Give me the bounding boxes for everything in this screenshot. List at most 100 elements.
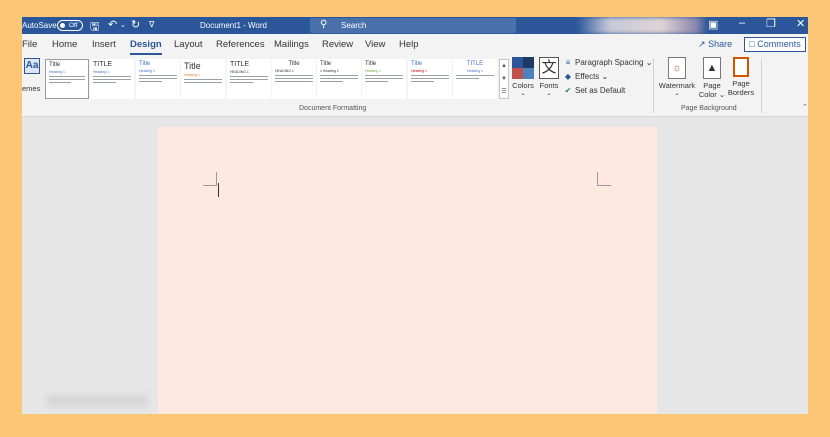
fonts-button[interactable]: 文 Fonts ⌄: [538, 57, 560, 103]
style-set-heading: Heading 1: [411, 69, 427, 73]
page-color-label-1: Page: [703, 81, 721, 90]
tab-file[interactable]: File: [22, 39, 37, 50]
style-set-thumb[interactable]: TITLE HEADING 1: [227, 59, 271, 99]
set-as-default-button[interactable]: ✔ Set as Default: [563, 86, 626, 95]
undo-dropdown-icon[interactable]: ⌄: [120, 21, 126, 29]
paragraph-spacing-label: Paragraph Spacing: [575, 58, 644, 67]
style-set-thumb[interactable]: Title Heading 1: [45, 59, 89, 99]
effects-button[interactable]: ◆ Effects ⌄: [563, 72, 608, 81]
style-set-thumb[interactable]: Title Heading 1: [181, 59, 225, 99]
tab-insert[interactable]: Insert: [92, 39, 116, 50]
style-set-heading: Heading 1: [467, 69, 483, 73]
themes-button[interactable]: Aa emes: [22, 58, 44, 98]
tab-design[interactable]: Design: [130, 39, 162, 55]
style-set-title: Title: [288, 61, 300, 67]
tab-help[interactable]: Help: [399, 39, 419, 50]
comments-button[interactable]: □ Comments: [744, 37, 806, 52]
style-set-thumb[interactable]: Title Heading 1: [362, 59, 406, 99]
collapse-ribbon-icon[interactable]: ⌃: [802, 103, 808, 111]
minimize-icon[interactable]: –: [739, 17, 745, 29]
tab-review[interactable]: Review: [322, 39, 353, 50]
ribbon-display-icon[interactable]: ▣: [708, 18, 718, 31]
fonts-icon: 文: [539, 57, 559, 79]
search-icon: ⚲: [320, 19, 328, 30]
word-window: AutoSave Off 🖫 ↶ ⌄ ↻ ∇ Document1 - Word …: [22, 17, 808, 414]
page-color-icon: ▲: [703, 57, 721, 79]
tab-layout[interactable]: Layout: [174, 39, 203, 50]
style-set-heading: Heading 1: [365, 69, 381, 73]
page-borders-icon: [733, 57, 749, 77]
fonts-dropdown-icon: ⌄: [546, 91, 552, 97]
page-color-button[interactable]: ▲ Page Color ⌄: [698, 57, 726, 103]
document-page[interactable]: [158, 127, 657, 414]
chevron-down-icon: ⌄: [718, 90, 726, 99]
page-borders-button[interactable]: Page Borders: [726, 57, 756, 103]
comments-label: Comments: [757, 39, 801, 49]
share-icon: ↗: [698, 39, 706, 49]
style-set-title: Title: [320, 61, 332, 67]
style-set-thumb[interactable]: Title Heading 1: [136, 59, 180, 99]
style-set-title: Title: [139, 61, 151, 67]
themes-label: emes: [22, 84, 41, 93]
share-button[interactable]: ↗ Share: [698, 37, 741, 52]
ribbon-tabs: File Home Insert Design Layout Reference…: [22, 34, 808, 55]
autosave-toggle[interactable]: Off: [57, 20, 83, 31]
group-label-page-background: Page Background: [681, 105, 737, 112]
chevron-down-icon: ⌄: [645, 58, 653, 67]
page-borders-label-1: Page: [732, 79, 750, 88]
margin-mark-top-right: [597, 172, 611, 186]
paragraph-spacing-button[interactable]: ≡ Paragraph Spacing ⌄: [563, 58, 653, 67]
style-set-thumb[interactable]: TITLE Heading 1: [453, 59, 497, 99]
style-set-title: Title: [49, 62, 61, 68]
text-cursor: [218, 183, 219, 197]
restore-icon[interactable]: ❐: [766, 17, 776, 30]
scroll-down-icon[interactable]: ▼: [500, 73, 508, 86]
ribbon-design: Aa emes Title Heading 1 TITLE Heading 1 …: [22, 55, 808, 117]
style-set-title: TITLE: [93, 61, 113, 68]
style-set-heading: HEADING 1: [275, 69, 294, 73]
margin-mark-top-left: [203, 172, 217, 186]
style-set-thumb[interactable]: Title Heading 1: [408, 59, 452, 99]
blurred-status-area: [47, 395, 147, 407]
comment-icon: □: [749, 39, 755, 49]
effects-icon: ◆: [564, 72, 572, 81]
style-set-thumb[interactable]: Title HEADING 1: [272, 59, 316, 99]
watermark-icon: ☼: [668, 57, 686, 79]
style-set-thumb[interactable]: TITLE Heading 1: [90, 59, 134, 99]
autosave-label: AutoSave: [22, 21, 57, 30]
more-styles-icon[interactable]: ☰: [500, 86, 508, 99]
scroll-up-icon[interactable]: ▲: [500, 60, 508, 73]
style-set-heading: Heading 1: [139, 69, 155, 73]
close-icon[interactable]: ✕: [796, 17, 805, 30]
tab-view[interactable]: View: [365, 39, 385, 50]
paragraph-spacing-icon: ≡: [565, 58, 571, 67]
tab-references[interactable]: References: [216, 39, 265, 50]
style-set-title: Title: [411, 61, 423, 67]
style-set-title: TITLE: [230, 61, 250, 68]
style-set-thumb[interactable]: Title 1 Heading 1: [317, 59, 361, 99]
group-separator: [653, 59, 654, 113]
tab-mailings[interactable]: Mailings: [274, 39, 309, 50]
title-bar: AutoSave Off 🖫 ↶ ⌄ ↻ ∇ Document1 - Word …: [22, 17, 808, 34]
style-set-title: Title: [184, 61, 201, 71]
customize-qat-icon[interactable]: ∇: [149, 20, 154, 29]
check-circle-icon: ✔: [564, 86, 572, 95]
style-set-heading: HEADING 1: [230, 70, 249, 74]
gallery-scroll[interactable]: ▲ ▼ ☰: [499, 59, 509, 99]
watermark-button[interactable]: ☼ Watermark ⌄: [658, 57, 696, 103]
tab-home[interactable]: Home: [52, 39, 77, 50]
redo-icon[interactable]: ↻: [131, 18, 140, 31]
style-set-heading: Heading 1: [49, 70, 65, 74]
fonts-label: Fonts: [539, 81, 559, 90]
page-borders-label-2: Borders: [727, 88, 755, 97]
watermark-dropdown-icon: ⌄: [674, 91, 680, 97]
colors-button[interactable]: Colors ⌄: [511, 57, 535, 103]
undo-icon[interactable]: ↶: [108, 18, 117, 31]
colors-icon: [512, 57, 534, 79]
search-box[interactable]: ⚲ Search: [310, 18, 516, 33]
chevron-down-icon: ⌄: [601, 72, 609, 81]
effects-label: Effects: [575, 72, 600, 81]
set-as-default-label: Set as Default: [575, 86, 626, 95]
style-set-title: Title: [365, 61, 377, 67]
group-separator: [761, 59, 762, 113]
